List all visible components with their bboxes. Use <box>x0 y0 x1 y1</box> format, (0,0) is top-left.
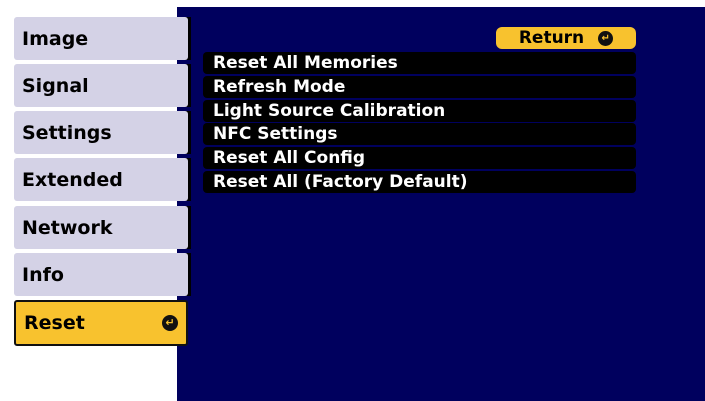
tab-image[interactable]: Image <box>14 17 188 60</box>
menu-item-reset-all-memories[interactable]: Reset All Memories <box>203 52 636 74</box>
tab-extended[interactable]: Extended <box>14 158 188 201</box>
menu-item-reset-all-config[interactable]: Reset All Config <box>203 147 636 169</box>
menu-item-light-source-calibration[interactable]: Light Source Calibration <box>203 100 636 122</box>
menu-item-nfc-settings[interactable]: NFC Settings <box>203 123 636 145</box>
enter-icon: ↵ <box>162 315 178 331</box>
menu-item-label: Reset All Config <box>213 148 366 168</box>
menu-item-refresh-mode[interactable]: Refresh Mode <box>203 76 636 98</box>
tab-network[interactable]: Network <box>14 206 188 249</box>
menu-item-reset-all-factory-default[interactable]: Reset All (Factory Default) <box>203 171 636 193</box>
tab-info[interactable]: Info <box>14 253 188 296</box>
return-label: Return <box>518 28 585 48</box>
menu-item-label: NFC Settings <box>213 124 338 144</box>
tab-signal[interactable]: Signal <box>14 64 188 107</box>
menu-item-label: Refresh Mode <box>213 77 346 97</box>
tab-label: Image <box>22 27 89 50</box>
tab-label: Info <box>22 263 64 286</box>
tab-label: Extended <box>22 168 123 191</box>
menu-item-label: Reset All (Factory Default) <box>213 172 468 192</box>
menu-item-label: Reset All Memories <box>213 53 398 73</box>
tab-reset[interactable]: Reset ↵ <box>14 300 188 346</box>
return-button[interactable]: Return ↵ <box>496 27 636 49</box>
tab-label: Signal <box>22 74 89 97</box>
tab-settings[interactable]: Settings <box>14 111 188 154</box>
tab-label: Network <box>22 216 113 239</box>
menu-item-label: Light Source Calibration <box>213 101 446 121</box>
tab-label: Settings <box>22 121 112 144</box>
tab-label: Reset <box>24 312 85 334</box>
enter-icon: ↵ <box>598 30 614 46</box>
